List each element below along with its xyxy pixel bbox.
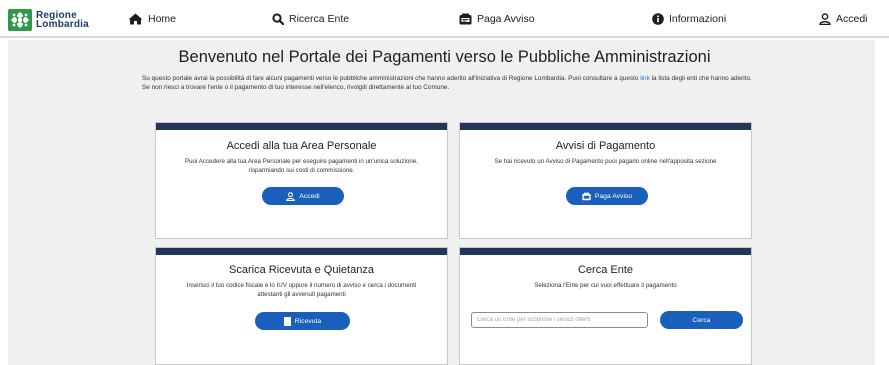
paga-avviso-button-label: Paga Avviso — [594, 192, 633, 200]
invoice-icon — [459, 13, 472, 25]
card-cerca-ente-text: Seleziona l'Ente per cui vuoi effettuare… — [534, 282, 677, 289]
search-icon — [272, 13, 284, 25]
nav-ricerca-ente-label: Ricerca Ente — [289, 13, 350, 25]
logo-text: Regione Lombardia — [36, 11, 89, 30]
enti-list-link[interactable]: link — [640, 75, 650, 82]
logo-text-line2: Lombardia — [36, 19, 89, 30]
card-area-personale: Accedi alla tua Area Personale Puoi Acce… — [155, 122, 448, 239]
nav-paga-avviso[interactable]: Paga Avviso — [459, 10, 535, 28]
card-avvisi-text: Se hai ricevuto un Avviso di Pagamento p… — [494, 158, 717, 165]
card-ricevuta-title: Scarica Ricevuta e Quietanza — [229, 264, 374, 276]
card-area-personale-title: Accedi alla tua Area Personale — [226, 140, 377, 152]
card-cerca-ente-title: Cerca Ente — [577, 264, 634, 276]
intro-text-part1: Su questo portale avrai la possibilità d… — [142, 75, 641, 82]
nav-ricerca-ente[interactable]: Ricerca Ente — [272, 10, 349, 28]
ricevuta-button[interactable]: Ricevuta — [255, 312, 350, 330]
cerca-button[interactable]: Cerca — [660, 311, 743, 329]
page-title: Benvenuto nel Portale dei Pagamenti vers… — [178, 48, 711, 66]
card-ricevuta-text: Inserisci il tuo codice fiscale e lo IUV… — [186, 282, 417, 299]
invoice-icon — [582, 192, 591, 201]
accedi-button[interactable]: Accedi — [262, 187, 344, 205]
intro-text: Su questo portale avrai la possibilità d… — [142, 74, 762, 92]
ricevuta-button-label: Ricevuta — [294, 317, 322, 325]
search-ente-input[interactable] — [471, 312, 648, 328]
card-avvisi-pagamento: Avvisi di Pagamento Se hai ricevuto un A… — [459, 122, 752, 239]
card-header-band — [156, 123, 447, 130]
nav-home[interactable]: Home — [128, 10, 176, 28]
user-icon — [286, 191, 296, 201]
user-icon — [819, 13, 831, 25]
nav-informazioni[interactable]: Informazioni — [652, 10, 726, 28]
nav-home-label: Home — [148, 13, 177, 25]
card-header-band — [460, 248, 751, 255]
card-header-band — [156, 248, 447, 255]
card-cerca-ente: Cerca Ente Seleziona l'Ente per cui vuoi… — [459, 247, 752, 365]
card-header-band — [460, 123, 751, 130]
intro-text-line2: Se non riesci a trovare l'ente o il paga… — [142, 84, 450, 92]
card-scarica-ricevuta: Scarica Ricevuta e Quietanza Inserisci i… — [155, 247, 448, 365]
cerca-button-label: Cerca — [692, 316, 711, 324]
nav-paga-avviso-label: Paga Avviso — [477, 13, 535, 25]
accedi-button-label: Accedi — [299, 192, 320, 200]
home-icon — [128, 13, 143, 25]
document-icon — [283, 316, 291, 326]
paga-avviso-button[interactable]: Paga Avviso — [566, 187, 648, 205]
rosa-camuna-icon — [8, 9, 32, 31]
nav-accedi-label: Accedi — [836, 13, 868, 25]
nav-accedi[interactable]: Accedi — [819, 10, 868, 28]
intro-text-part2: la lista degli enti che hanno aderito. — [649, 75, 752, 82]
regione-lombardia-logo[interactable]: Regione Lombardia — [8, 9, 89, 31]
card-avvisi-title: Avvisi di Pagamento — [555, 140, 656, 152]
card-area-personale-text: Puoi Accedere alla tua Area Personale pe… — [184, 158, 419, 175]
top-navigation-bar: Regione Lombardia Home Ricerca Ente Paga… — [0, 0, 889, 38]
nav-informazioni-label: Informazioni — [669, 13, 727, 25]
info-icon — [652, 13, 664, 25]
